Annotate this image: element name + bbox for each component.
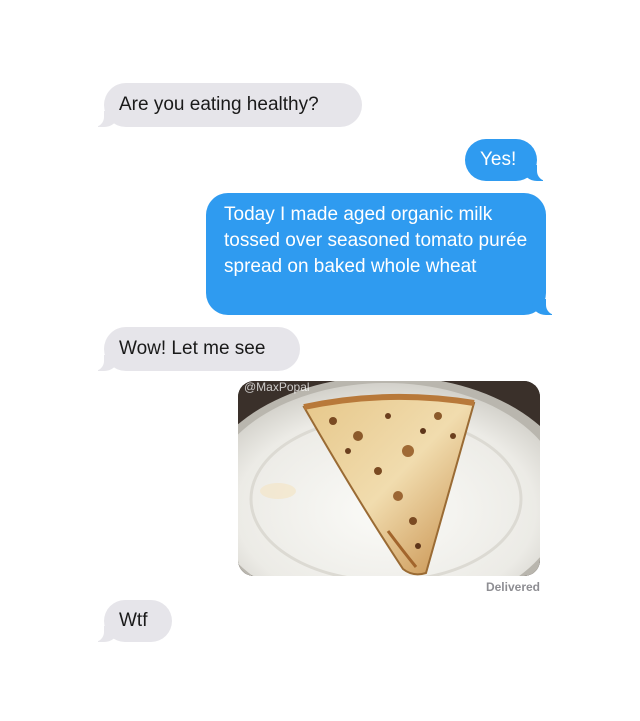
delivered-status: Delivered [485, 580, 540, 594]
photo-watermark: @MaxPopal [244, 380, 310, 394]
message-bubble-incoming[interactable]: Are you eating healthy? [90, 83, 362, 127]
message-bubble-outgoing[interactable]: Today I made aged organic milk tossed ov… [206, 193, 560, 315]
pizza-slice-photo[interactable] [238, 381, 540, 576]
message-text: Are you eating healthy? [119, 94, 319, 115]
message-bubble-incoming[interactable]: Wtf [90, 600, 172, 642]
message-text: Today I made aged organic milk tossed ov… [224, 204, 528, 277]
message-bubble-incoming[interactable]: Wow! Let me see [90, 327, 300, 371]
message-bubble-outgoing[interactable]: Yes! [465, 139, 551, 181]
message-text: Wtf [119, 610, 148, 631]
message-text: Yes! [480, 149, 517, 170]
pizza-photo-image [238, 381, 540, 576]
message-text: Wow! Let me see [119, 338, 266, 359]
